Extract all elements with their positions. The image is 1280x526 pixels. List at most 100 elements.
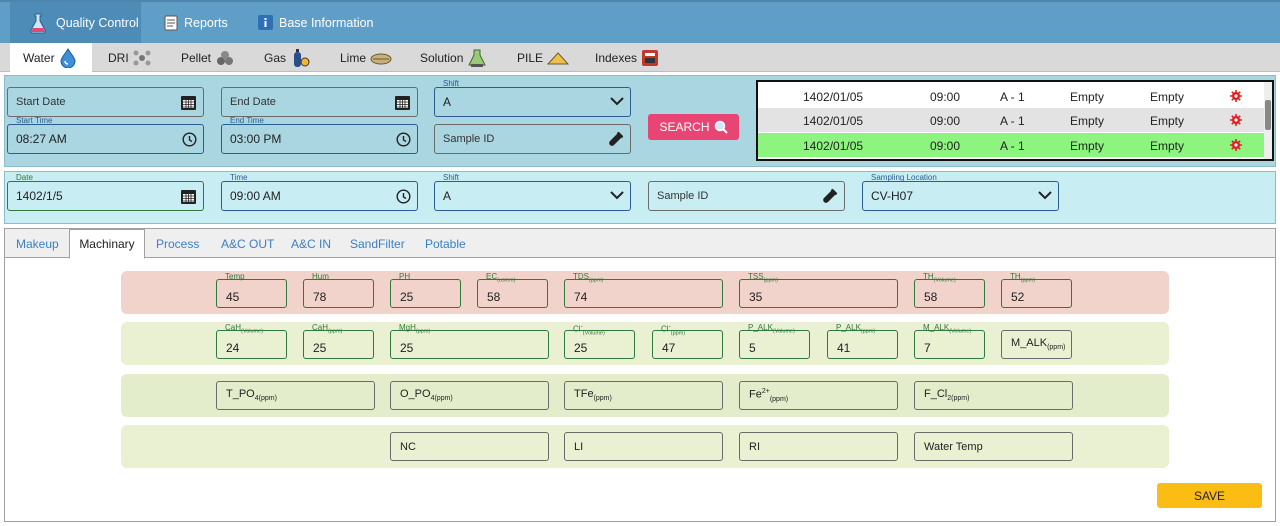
start-time-label: Start Time (16, 116, 53, 125)
clock-icon[interactable] (182, 132, 197, 147)
results-scrollbar[interactable] (1264, 82, 1272, 159)
temp-field[interactable]: Temp 45 (216, 272, 287, 308)
field-label: Temp (225, 272, 245, 281)
tss-field[interactable]: TSS(ppm) 35 (739, 272, 898, 308)
m-alk-volume-field[interactable]: M_ALK(Volume) 7 (914, 323, 985, 359)
location-label: Sampling Location (871, 173, 937, 182)
f-cl2-field[interactable]: F_Cl2(ppm) (914, 381, 1073, 410)
subtab-label: Indexes (595, 50, 638, 65)
end-time-field[interactable]: End Time 03:00 PM (221, 116, 418, 154)
p-alk-ppm-field[interactable]: P_ALK(ppm) 41 (827, 323, 898, 359)
gear-icon[interactable] (1230, 90, 1242, 102)
result-row[interactable]: 1402/01/05 09:00 A - 1 Empty Empty (758, 108, 1266, 132)
th-volume-field[interactable]: TH(Volume) 58 (914, 272, 985, 308)
nc-field[interactable]: NC (390, 432, 549, 461)
tab-process[interactable]: Process (156, 229, 199, 258)
water-temp-field[interactable]: Water Temp (914, 432, 1073, 461)
subtab-label: Pellet (181, 50, 212, 65)
subtab-pile[interactable]: PILE (517, 43, 570, 72)
m-alk-ppm-field[interactable]: M_ALK(ppm) (1001, 330, 1072, 359)
filter-sample-id-field[interactable]: Sample ID (434, 124, 631, 154)
li-field[interactable]: LI (564, 432, 723, 461)
tab-sandfilter[interactable]: SandFilter (350, 229, 405, 258)
start-date-field[interactable]: Start Date (7, 87, 204, 117)
tab-machinary[interactable]: Machinary (69, 229, 145, 259)
subtab-label: Water (23, 50, 55, 65)
subtab-label: PILE (517, 50, 544, 65)
cah-volume-field[interactable]: CaH(Volume) 24 (216, 323, 287, 359)
search-button[interactable]: SEARCH (648, 114, 739, 140)
sample-id-placeholder: Sample ID (443, 133, 495, 145)
field-label: EC(us/cm) (486, 272, 516, 284)
mgh-field[interactable]: MgH(ppm) 25 (390, 323, 549, 359)
subtab-indexes[interactable]: Indexes (595, 43, 659, 72)
th-ppm-field[interactable]: TH(ppm) 52 (1001, 272, 1072, 308)
subtab-label: Lime (340, 50, 367, 65)
clock-icon[interactable] (396, 189, 411, 204)
scrollbar-thumb[interactable] (1265, 100, 1271, 130)
gear-icon[interactable] (1230, 114, 1242, 126)
subtab-solution[interactable]: Solution (420, 43, 487, 72)
cah-ppm-field[interactable]: CaH(ppm) 25 (303, 323, 374, 359)
subtab-lime[interactable]: Lime (340, 43, 392, 72)
result-shift: A - 1 (1000, 114, 1025, 128)
result-status: Empty (1150, 114, 1185, 128)
gear-icon[interactable] (1230, 139, 1242, 151)
field-value: 52 (1011, 289, 1025, 304)
subtab-label: Gas (264, 50, 287, 65)
date-field[interactable]: Date 1402/1/5 (7, 173, 204, 211)
calendar-icon[interactable] (394, 94, 411, 111)
nav-base-information[interactable]: Base Information (258, 2, 374, 43)
tds-field[interactable]: TDS(ppm) 74 (564, 272, 723, 308)
field-label: TH(ppm) (1010, 272, 1036, 284)
chevron-down-icon (1038, 191, 1052, 200)
result-row-selected[interactable]: 1402/01/05 09:00 A - 1 Empty Empty (758, 133, 1266, 157)
ph-field[interactable]: PH 25 (390, 272, 461, 308)
t-po4-field[interactable]: T_PO4(ppm) (216, 381, 375, 410)
filter-shift-select[interactable]: Shift A (434, 79, 631, 117)
nav-quality-control[interactable]: Quality Control (10, 2, 141, 43)
date-value: 1402/1/5 (16, 189, 63, 203)
tab-potable[interactable]: Potable (425, 229, 466, 258)
tfe-field[interactable]: TFe(ppm) (564, 381, 723, 410)
subtab-dri[interactable]: DRI (108, 43, 151, 72)
calendar-icon[interactable] (180, 94, 197, 111)
start-time-field[interactable]: Start Time 08:27 AM (7, 116, 204, 154)
tab-ac-in[interactable]: A&C IN (291, 229, 331, 258)
field-label: M_ALK(Volume) (923, 323, 972, 335)
result-date: 1402/01/05 (803, 90, 864, 104)
result-row[interactable]: 1402/01/05 09:00 A - 1 Empty Empty (758, 84, 1266, 108)
result-date: 1402/01/05 (803, 114, 864, 128)
cl-ppm-field[interactable]: Cl-(ppm) 47 (652, 323, 723, 359)
shift-label: Shift (443, 173, 460, 182)
shift-select[interactable]: Shift A (434, 173, 631, 211)
sampling-location-select[interactable]: Sampling Location CV-H07 (862, 173, 1059, 211)
result-time: 09:00 (930, 139, 961, 153)
field-value: 24 (226, 340, 240, 355)
tab-ac-out[interactable]: A&C OUT (221, 229, 274, 258)
subtab-water[interactable]: Water (10, 43, 92, 72)
nav-reports[interactable]: Reports (164, 2, 228, 43)
test-tube-icon (609, 131, 624, 146)
subtab-gas[interactable]: Gas (264, 43, 310, 72)
fe2-field[interactable]: Fe2+(ppm) (739, 381, 898, 410)
subtab-pellet[interactable]: Pellet (181, 43, 235, 72)
clock-icon[interactable] (396, 132, 411, 147)
sample-id-field[interactable]: Sample ID (648, 181, 845, 211)
cl-volume-field[interactable]: Cl-(Volume) 25 (564, 323, 635, 359)
ec-field[interactable]: EC(us/cm) 58 (477, 272, 548, 308)
tab-makeup[interactable]: Makeup (16, 229, 59, 258)
sample-id-placeholder: Sample ID (657, 190, 709, 202)
inner-tabs: Makeup Machinary Process A&C OUT A&C IN … (5, 229, 1275, 259)
p-alk-volume-field[interactable]: P_ALK(Volume) 5 (739, 323, 810, 359)
field-placeholder: TFe(ppm) (574, 388, 612, 403)
start-time-value: 08:27 AM (16, 132, 67, 146)
end-date-field[interactable]: End Date (221, 87, 418, 117)
ri-field[interactable]: RI (739, 432, 898, 461)
hum-field[interactable]: Hum 78 (303, 272, 374, 308)
calendar-icon[interactable] (180, 188, 197, 205)
o-po4-field[interactable]: O_PO4(ppm) (390, 381, 549, 410)
result-shift: A - 1 (1000, 90, 1025, 104)
time-field[interactable]: Time 09:00 AM (221, 173, 418, 211)
save-button[interactable]: SAVE (1157, 483, 1262, 508)
